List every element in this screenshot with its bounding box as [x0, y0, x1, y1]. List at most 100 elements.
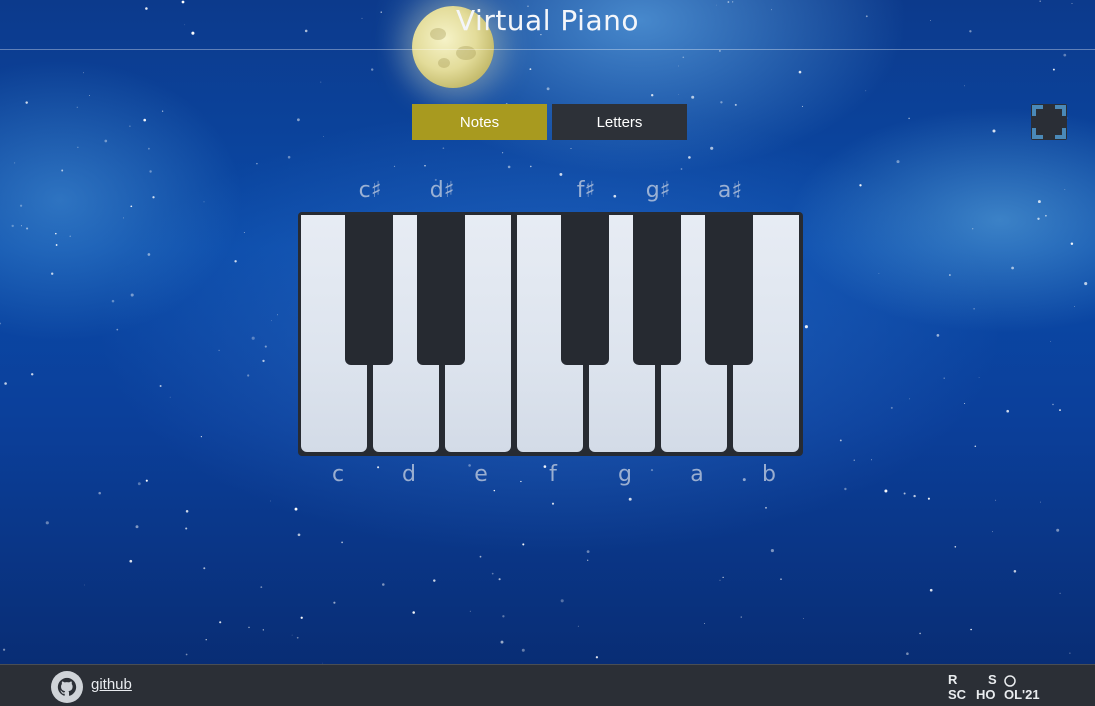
github-icon[interactable] [51, 671, 83, 703]
notes-button[interactable]: Notes [412, 104, 547, 140]
black-key-g-sharp[interactable] [633, 215, 681, 365]
rs-school-logo[interactable]: R S SC HO OL'21 [948, 672, 1052, 702]
star [469, 610, 471, 612]
star [801, 105, 803, 107]
star [491, 572, 494, 575]
star [135, 525, 139, 529]
star [1013, 570, 1017, 573]
star [4, 382, 7, 385]
black-key-f-sharp[interactable] [561, 215, 609, 365]
white-label: g [618, 462, 632, 487]
star [300, 616, 303, 619]
star [393, 165, 396, 168]
star [502, 615, 505, 618]
star [1039, 501, 1041, 503]
star [974, 445, 977, 447]
star [500, 640, 504, 644]
black-key-c-sharp[interactable] [345, 215, 393, 365]
star [26, 227, 29, 230]
star [844, 487, 847, 491]
star [803, 618, 804, 620]
black-key-a-sharp[interactable] [705, 215, 753, 365]
star [570, 147, 572, 149]
star [927, 497, 930, 500]
star [25, 101, 28, 104]
star [978, 376, 980, 378]
star [14, 162, 16, 164]
star [45, 521, 49, 525]
star [650, 469, 654, 472]
star [51, 272, 54, 275]
star [520, 480, 522, 483]
star [424, 165, 426, 167]
star [203, 201, 205, 203]
piano-keyboard [298, 212, 803, 456]
star [970, 628, 972, 631]
svg-text:S: S [988, 672, 997, 687]
star [865, 90, 867, 92]
star [294, 507, 298, 511]
star [906, 652, 909, 655]
star [742, 478, 746, 482]
star [919, 632, 921, 635]
fullscreen-button[interactable] [1031, 104, 1067, 140]
sharp-label: f♯ [576, 178, 596, 203]
star [859, 184, 862, 187]
white-label: e [474, 462, 488, 487]
star [77, 146, 79, 148]
star [1052, 403, 1054, 406]
star [1069, 652, 1071, 654]
github-link[interactable]: github [91, 676, 132, 693]
star [853, 459, 855, 461]
star [720, 101, 723, 104]
star [804, 325, 808, 329]
black-key-d-sharp[interactable] [417, 215, 465, 365]
star [507, 165, 511, 169]
star [76, 106, 78, 108]
sharp-label: d♯ [429, 178, 455, 203]
star [529, 68, 532, 71]
star [145, 479, 148, 482]
star [243, 231, 245, 234]
star [678, 65, 679, 67]
star [765, 506, 767, 509]
star [551, 502, 555, 505]
star [577, 625, 579, 627]
star [130, 293, 134, 297]
mode-toggle: Notes Letters [412, 104, 687, 140]
star [104, 139, 108, 143]
star [871, 459, 873, 461]
svg-text:OL'21: OL'21 [1004, 687, 1040, 702]
white-label: b [762, 462, 776, 487]
star [30, 373, 34, 376]
star [992, 129, 996, 133]
star [1011, 266, 1014, 270]
star [218, 349, 220, 352]
star [1064, 189, 1066, 191]
star [973, 308, 975, 310]
star [185, 653, 188, 656]
star [1037, 200, 1041, 204]
star [169, 396, 171, 398]
star [161, 110, 164, 112]
star [248, 626, 250, 629]
star [152, 196, 155, 199]
star [377, 466, 380, 469]
star [82, 72, 85, 74]
star [704, 623, 706, 625]
star [954, 546, 957, 548]
star [11, 224, 14, 228]
star [1073, 306, 1075, 308]
star [586, 550, 590, 553]
star [84, 584, 85, 586]
star [297, 533, 301, 537]
star [20, 225, 22, 227]
letters-button[interactable]: Letters [552, 104, 687, 140]
star [98, 491, 101, 495]
star [964, 403, 966, 404]
star [964, 85, 965, 87]
star [1037, 217, 1040, 221]
white-label: d [402, 462, 416, 487]
star [287, 155, 291, 159]
white-label: f [549, 462, 557, 487]
